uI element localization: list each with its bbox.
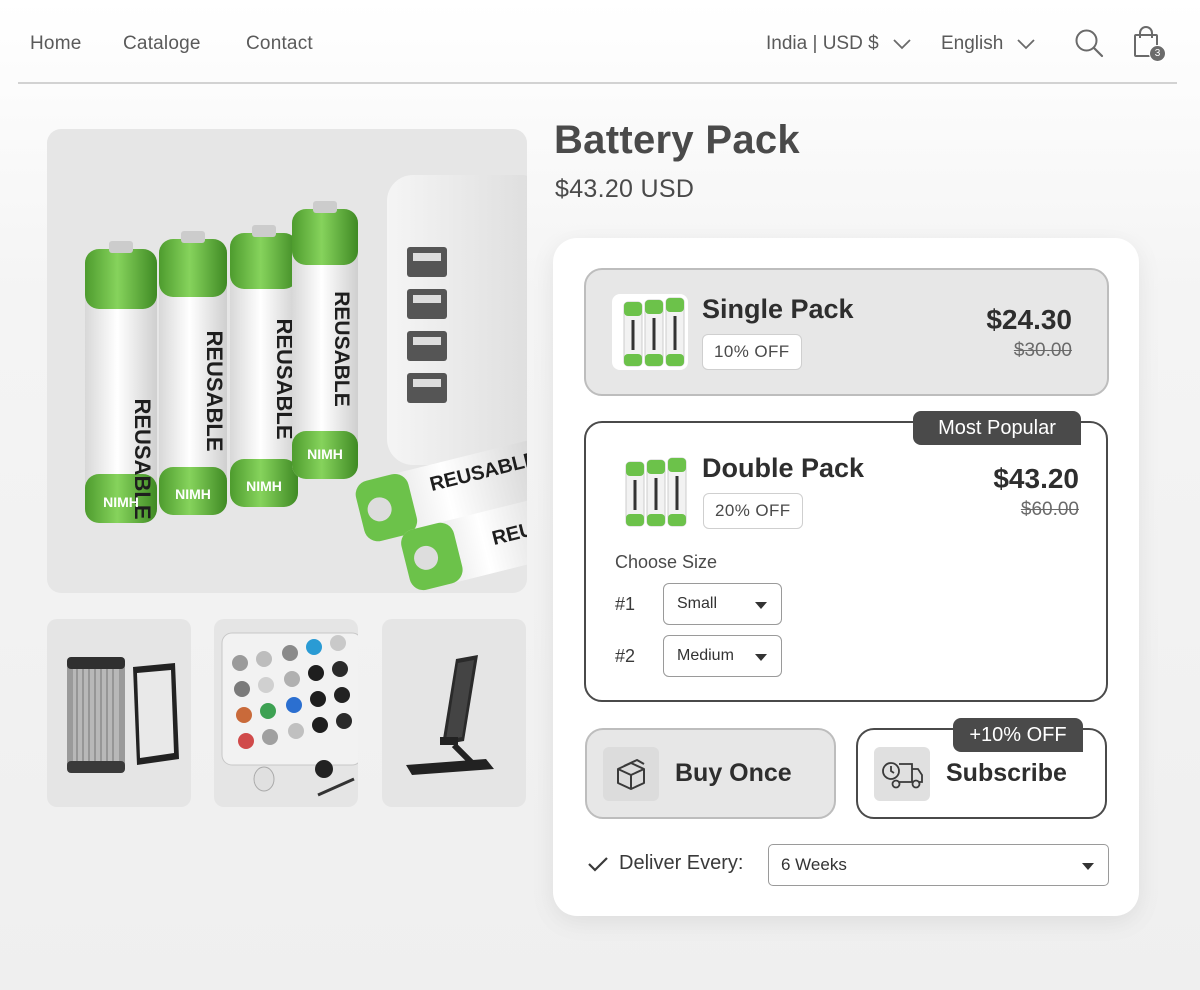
- product-title: Battery Pack: [554, 118, 800, 162]
- battery-type-text: NIMH: [307, 446, 343, 462]
- phone-stand-image: [406, 655, 494, 775]
- search-icon: [1075, 29, 1104, 58]
- chevron-down-icon: [1017, 38, 1035, 49]
- nav-catalogue-link[interactable]: Cataloge: [123, 33, 201, 55]
- choose-size-label: Choose Size: [615, 552, 718, 572]
- battery-type-text: NIMH: [103, 494, 139, 510]
- single-pack-discount-badge: 10% OFF: [702, 334, 802, 370]
- size-row-2-number: #2: [615, 646, 636, 666]
- cart-button[interactable]: 3: [1133, 26, 1166, 63]
- caret-down-icon: [1082, 863, 1094, 870]
- single-pack-name: Single Pack: [702, 294, 854, 324]
- air-filter-image: [67, 657, 179, 773]
- subscribe-discount-ribbon: +10% OFF: [953, 718, 1083, 752]
- most-popular-ribbon: Most Popular: [913, 411, 1081, 445]
- caret-down-icon: [755, 602, 767, 609]
- region-currency-label: India | USD $: [766, 33, 879, 54]
- size-select-2-value: Medium: [677, 647, 734, 664]
- delivery-frequency-select[interactable]: 6 Weeks: [768, 844, 1109, 886]
- single-pack-thumbnail: [612, 294, 688, 370]
- box-icon-container: [603, 747, 659, 801]
- language-label: English: [941, 33, 1004, 54]
- size-select-1-value: Small: [677, 595, 718, 612]
- double-pack-original-price: $60.00: [1020, 499, 1079, 520]
- delivery-frequency-value: 6 Weeks: [781, 855, 847, 874]
- double-pack-thumbnail: [618, 454, 694, 530]
- thumbnail-phone-stand[interactable]: [382, 619, 526, 807]
- double-pack-price: $43.20: [993, 463, 1079, 494]
- nav-home-link[interactable]: Home: [30, 33, 81, 55]
- single-pack-original-price: $30.00: [1013, 340, 1072, 361]
- delivery-truck-icon: [882, 762, 923, 789]
- battery-type-text: NIMH: [175, 486, 211, 502]
- buy-once-label: Buy Once: [675, 759, 792, 787]
- deliver-every-text: Deliver Every:: [619, 852, 744, 874]
- caret-down-icon: [755, 654, 767, 661]
- size-select-2[interactable]: Medium: [663, 635, 782, 677]
- thumbnail-air-filter[interactable]: [47, 619, 191, 807]
- deliver-every-label: Deliver Every:: [587, 852, 743, 875]
- box-icon: [617, 759, 645, 790]
- cart-count-badge: 3: [1149, 45, 1166, 62]
- double-pack-discount-badge: 20% OFF: [703, 493, 803, 529]
- subscribe-label: Subscribe: [946, 759, 1067, 787]
- buy-once-button[interactable]: Buy Once: [585, 728, 836, 819]
- size-row-1-number: #1: [615, 594, 636, 614]
- checkmark-icon: [588, 856, 608, 872]
- chevron-down-icon: [893, 38, 911, 49]
- search-button[interactable]: [1074, 28, 1104, 63]
- battery-brand-text: REUSABLE: [202, 330, 227, 451]
- size-select-1[interactable]: Small: [663, 583, 782, 625]
- main-product-image[interactable]: REUSABLE NIMH REUSABLE NIMH REUSABLE NIM…: [47, 129, 527, 593]
- battery-brand-text: REUSABLE: [330, 291, 353, 407]
- double-pack-name: Double Pack: [702, 453, 865, 483]
- nav-contact-link[interactable]: Contact: [246, 33, 313, 55]
- region-currency-selector[interactable]: India | USD $: [766, 33, 911, 55]
- ear-tips-kit-image: [221, 632, 358, 797]
- product-price: $43.20 USD: [555, 175, 695, 203]
- language-selector[interactable]: English: [941, 33, 1035, 55]
- battery-pack-photo: REUSABLE NIMH REUSABLE NIMH REUSABLE NIM…: [85, 175, 527, 591]
- single-pack-price: $24.30: [986, 304, 1072, 335]
- battery-type-text: NIMH: [246, 478, 282, 494]
- truck-icon-container: [874, 747, 930, 801]
- thumbnail-ear-tips[interactable]: [214, 619, 358, 807]
- site-header: Home Cataloge Contact India | USD $ Engl…: [18, 0, 1177, 84]
